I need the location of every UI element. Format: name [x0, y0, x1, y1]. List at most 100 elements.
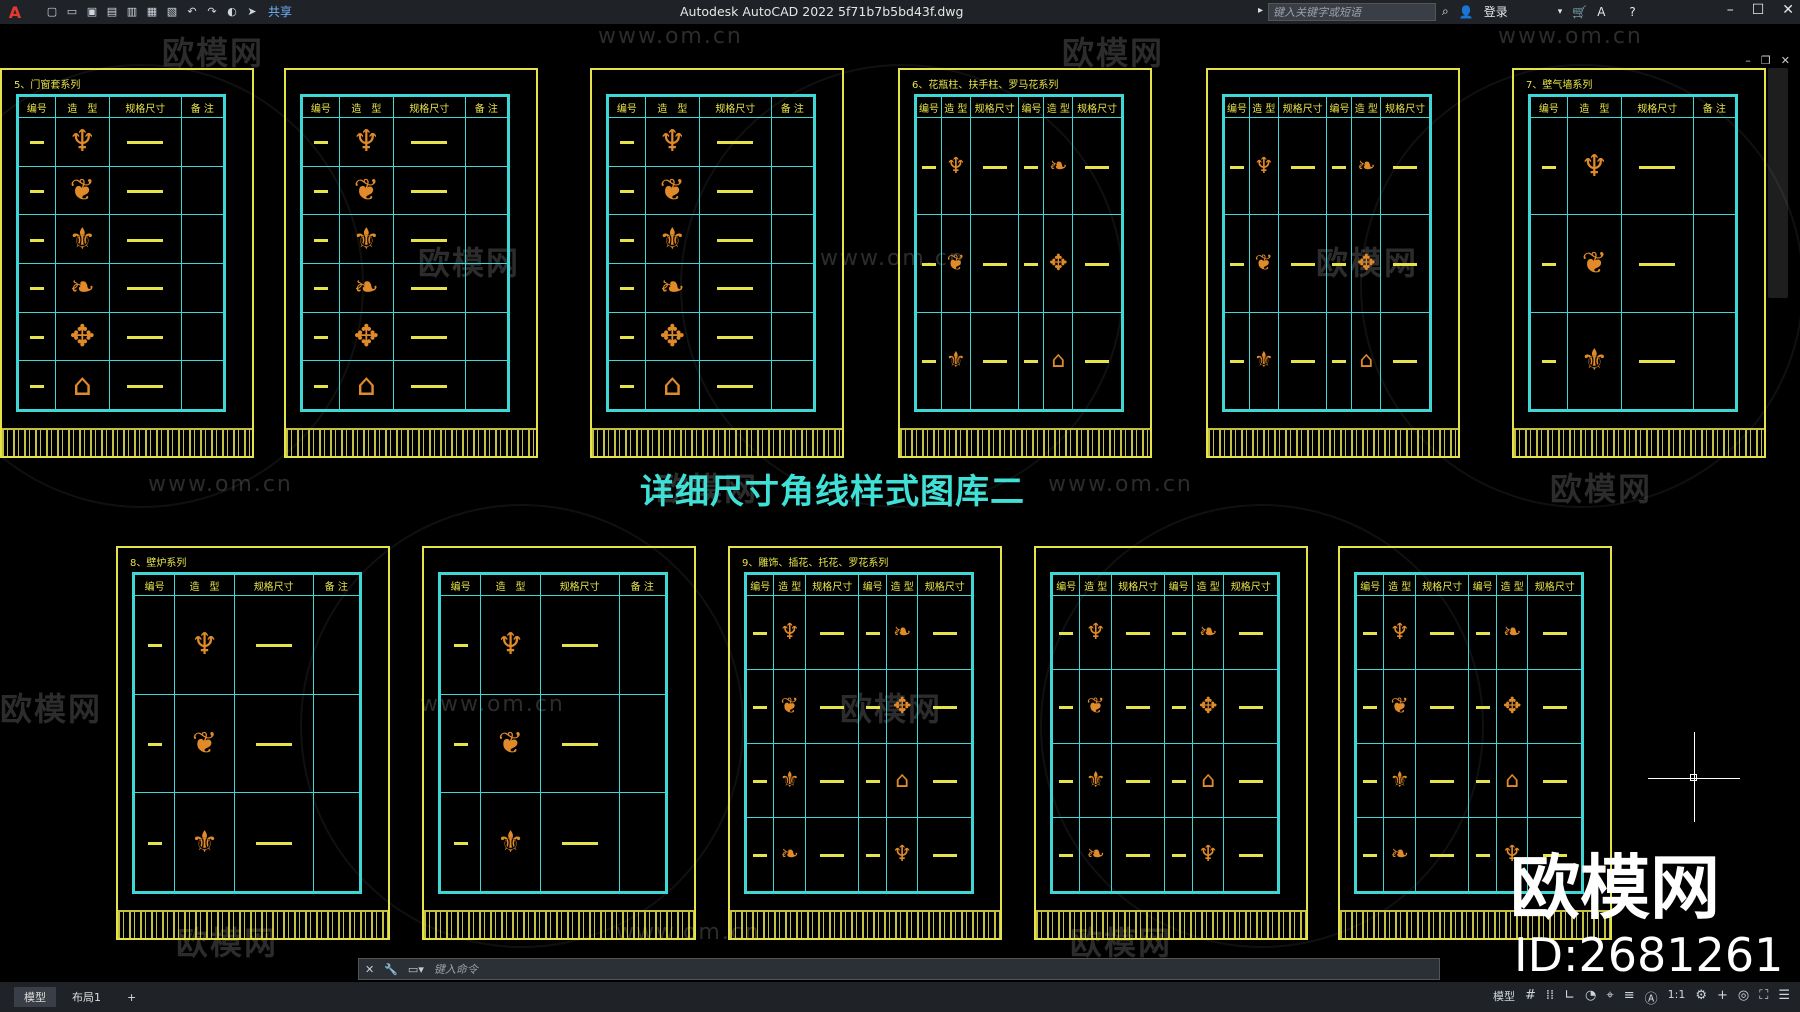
drawing-sheet[interactable]: 编号造 型规格尺寸备 注 ♆ ❦ ⚜ ❧ ✥ ⌂ — [590, 68, 844, 458]
molding-profile-icon[interactable]: ♆ — [69, 124, 96, 159]
lineweight-icon[interactable]: ≡ — [1624, 988, 1635, 1007]
search-icon[interactable]: ⌕ — [1442, 4, 1449, 19]
molding-profile-icon[interactable]: ♆ — [191, 627, 218, 662]
molding-profile-icon[interactable]: ⚜ — [353, 222, 380, 257]
autocad-logo-icon[interactable]: A — [4, 2, 26, 22]
login-button[interactable]: 登录 — [1484, 3, 1508, 20]
molding-profile-icon[interactable]: ✥ — [1049, 251, 1067, 276]
open-icon[interactable]: ▭ — [64, 5, 80, 19]
add-layout-button[interactable]: + — [117, 989, 146, 1006]
annotation-icon[interactable]: Ⓐ — [1645, 988, 1658, 1007]
molding-profile-icon[interactable]: ♆ — [892, 842, 912, 867]
drawing-sheet[interactable]: 7、壁气墙系列 编号造 型规格尺寸备 注 ♆ ❦ ⚜ — [1512, 68, 1766, 458]
new-icon[interactable]: ▢ — [44, 5, 60, 19]
molding-profile-icon[interactable]: ❧ — [1199, 620, 1217, 645]
molding-profile-icon[interactable]: ⚜ — [1086, 768, 1106, 793]
molding-profile-icon[interactable]: ⚜ — [497, 825, 524, 860]
print-icon[interactable]: ▧ — [164, 5, 180, 19]
molding-profile-icon[interactable]: ❧ — [780, 842, 798, 867]
molding-profile-icon[interactable]: ✥ — [660, 319, 685, 354]
search-chevron-icon[interactable]: ▸ — [1258, 5, 1263, 16]
molding-profile-icon[interactable]: ❧ — [660, 270, 685, 305]
maximize-icon[interactable]: ☐ — [1752, 2, 1765, 18]
molding-profile-icon[interactable]: ♆ — [946, 154, 966, 179]
drawing-sheet[interactable]: 6、花瓶柱、扶手柱、罗马花系列 编号造 型规格尺寸 编号造 型规格尺寸 ♆ ❧ ❦ ✥ ⚜ ⌂ — [898, 68, 1152, 458]
user-icon[interactable]: 👤 — [1459, 5, 1474, 19]
undo-icon[interactable]: ↶ — [184, 5, 200, 19]
help-icon[interactable]: ? — [1629, 5, 1635, 19]
drawing-sheet[interactable]: 8、壁炉系列 编号造 型规格尺寸备 注 ♆ ❦ ⚜ — [116, 546, 390, 940]
molding-profile-icon[interactable]: ♆ — [1254, 154, 1274, 179]
molding-profile-icon[interactable]: ✥ — [1357, 251, 1375, 276]
workspace-icon[interactable]: ◐ — [224, 5, 240, 19]
menu-icon[interactable]: ☰ — [1778, 988, 1790, 1007]
grid-icon[interactable]: # — [1525, 988, 1536, 1007]
plot-preview-icon[interactable]: ▦ — [144, 5, 160, 19]
molding-profile-icon[interactable]: ❦ — [660, 173, 685, 208]
molding-profile-icon[interactable]: ❦ — [192, 726, 217, 761]
molding-profile-icon[interactable]: ♆ — [497, 627, 524, 662]
model-space-button[interactable]: 模型 — [1493, 988, 1515, 1007]
molding-profile-icon[interactable]: ❧ — [1086, 842, 1104, 867]
drawing-sheet[interactable]: 编号造 型规格尺寸备 注 ♆ ❦ ⚜ — [422, 546, 696, 940]
molding-profile-icon[interactable]: ⚜ — [780, 768, 800, 793]
molding-profile-icon[interactable]: ✥ — [893, 694, 911, 719]
molding-profile-icon[interactable]: ✥ — [1199, 694, 1217, 719]
molding-profile-icon[interactable]: ❧ — [70, 270, 95, 305]
molding-profile-icon[interactable]: ❦ — [1582, 246, 1607, 281]
redo-icon[interactable]: ↷ — [204, 5, 220, 19]
drawing-sheet[interactable]: 5、门窗套系列 编号造 型规格尺寸备 注 ♆ ❦ ⚜ ❧ ✥ ⌂ — [0, 68, 254, 458]
molding-profile-icon[interactable]: ❦ — [70, 173, 95, 208]
isolate-icon[interactable]: ◎ — [1738, 988, 1749, 1007]
autodesk-icon[interactable]: A — [1597, 5, 1605, 19]
molding-profile-icon[interactable]: ⚜ — [659, 222, 686, 257]
molding-profile-icon[interactable]: ❧ — [354, 270, 379, 305]
molding-profile-icon[interactable]: ⚜ — [191, 825, 218, 860]
share-icon[interactable]: ➤ — [244, 5, 260, 19]
snap-icon[interactable]: ⁞⁞ — [1546, 988, 1554, 1007]
molding-profile-icon[interactable]: ❦ — [1390, 694, 1408, 719]
molding-profile-icon[interactable]: ⚜ — [1390, 768, 1410, 793]
molding-profile-icon[interactable]: ♆ — [1581, 149, 1608, 184]
plus-icon[interactable]: + — [1717, 988, 1728, 1007]
tab-layout1[interactable]: 布局1 — [62, 987, 111, 1007]
molding-profile-icon[interactable]: ❧ — [893, 620, 911, 645]
molding-profile-icon[interactable]: ♆ — [780, 620, 800, 645]
molding-profile-icon[interactable]: ⚜ — [69, 222, 96, 257]
molding-profile-icon[interactable]: ⌂ — [1359, 348, 1373, 373]
tab-model[interactable]: 模型 — [14, 987, 56, 1007]
chevron-down-icon[interactable]: ▾ — [1558, 7, 1563, 17]
drawing-sheet[interactable]: 编号造 型规格尺寸 编号造 型规格尺寸 ♆ ❧ ❦ ✥ ⚜ ⌂ ❧ ♆ — [1034, 546, 1308, 940]
wrench-icon[interactable]: 🔧 — [384, 963, 398, 976]
molding-profile-icon[interactable]: ⌂ — [73, 368, 92, 403]
molding-profile-icon[interactable]: ⚜ — [1581, 343, 1608, 378]
molding-profile-icon[interactable]: ❦ — [498, 726, 523, 761]
osnap-icon[interactable]: ⌖ — [1606, 988, 1613, 1007]
fullscreen-icon[interactable]: ⛶ — [1759, 988, 1768, 1007]
molding-profile-icon[interactable]: ⚜ — [1254, 348, 1274, 373]
molding-profile-icon[interactable]: ✥ — [70, 319, 95, 354]
doc-minimize-icon[interactable]: – — [1745, 54, 1751, 67]
close-icon[interactable]: ✕ — [1782, 2, 1794, 18]
doc-close-icon[interactable]: ✕ — [1781, 54, 1790, 67]
molding-profile-icon[interactable]: ❦ — [1255, 251, 1273, 276]
molding-profile-icon[interactable]: ❦ — [947, 251, 965, 276]
command-input[interactable]: 键入命令 — [434, 961, 478, 977]
molding-profile-icon[interactable]: ⌂ — [1051, 348, 1065, 373]
gear-icon[interactable]: ⚙ — [1695, 988, 1707, 1007]
polar-icon[interactable]: ◔ — [1585, 988, 1596, 1007]
save-icon[interactable]: ▣ — [84, 5, 100, 19]
doc-restore-icon[interactable]: ❐ — [1761, 54, 1771, 67]
drawing-sheet[interactable]: 编号造 型规格尺寸备 注 ♆ ❦ ⚜ ❧ ✥ ⌂ — [284, 68, 538, 458]
molding-profile-icon[interactable]: ❦ — [1086, 694, 1104, 719]
molding-profile-icon[interactable]: ⌂ — [357, 368, 376, 403]
molding-profile-icon[interactable]: ❦ — [354, 173, 379, 208]
molding-profile-icon[interactable]: ♆ — [353, 124, 380, 159]
molding-profile-icon[interactable]: ❧ — [1503, 620, 1521, 645]
molding-profile-icon[interactable]: ♆ — [1390, 620, 1410, 645]
cart-icon[interactable]: 🛒 — [1572, 5, 1587, 19]
drawing-canvas[interactable]: – ❐ ✕ 欧模网 欧模网 欧模网 欧模网 欧模网 欧模网 欧模网 欧模网 欧模… — [0, 24, 1800, 982]
molding-profile-icon[interactable]: ✥ — [354, 319, 379, 354]
publish-icon[interactable]: ▥ — [124, 5, 140, 19]
molding-profile-icon[interactable]: ♆ — [1198, 842, 1218, 867]
